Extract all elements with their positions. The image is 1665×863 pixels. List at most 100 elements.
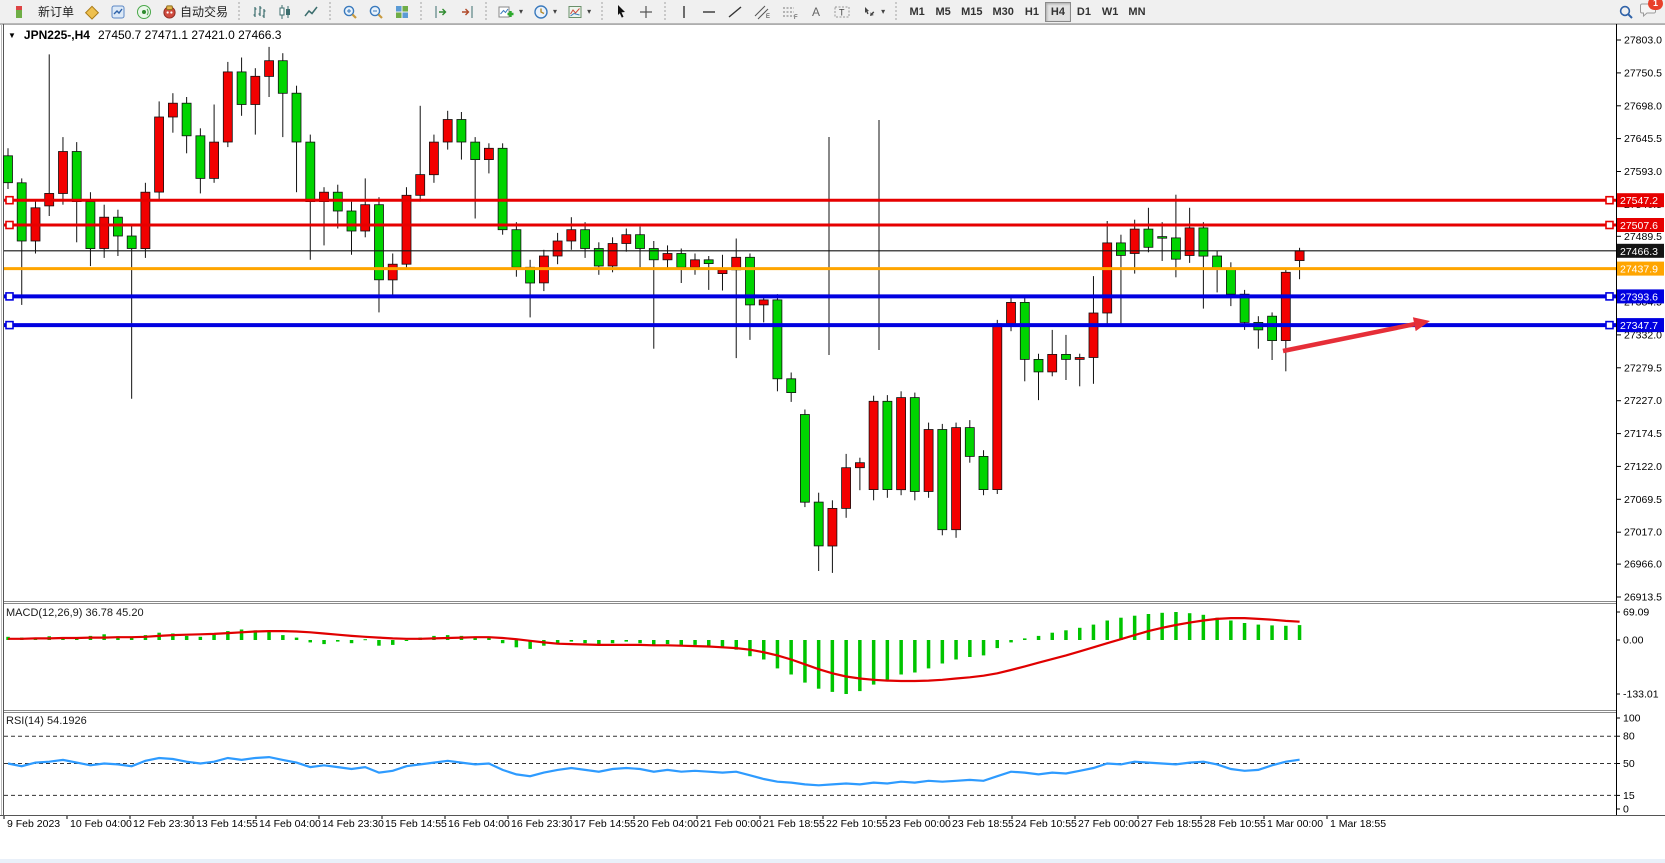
arrows-tool-button[interactable]: ▾ [857,2,889,22]
svg-text:27122.0: 27122.0 [1624,461,1662,473]
toolbar-separator [662,2,669,22]
tf-button-W1[interactable]: W1 [1097,2,1124,22]
time-axis: 9 Feb 202310 Feb 04:0012 Feb 23:3013 Feb… [4,816,1386,830]
indicators-button[interactable]: ▾ [494,2,527,22]
horizontal-line-button[interactable] [697,2,721,22]
arrows-icon [861,4,877,20]
tf-button-M1[interactable]: M1 [904,2,930,22]
tf-button-H4[interactable]: H4 [1045,2,1071,22]
svg-text:20 Feb 04:00: 20 Feb 04:00 [637,818,699,830]
market-watch-button[interactable] [106,2,130,22]
chart-title: ▼ JPN225-,H4 27450.7 27471.1 27421.0 274… [8,28,281,42]
line-chart-button[interactable] [299,2,323,22]
svg-text:27489.5: 27489.5 [1624,231,1662,243]
bar-chart-icon [251,4,267,20]
tf-button-M15[interactable]: M15 [956,2,987,22]
fibonacci-button[interactable]: F [777,2,803,22]
auto-scroll-button[interactable] [455,2,479,22]
line-chart-icon [303,4,319,20]
toolbar-separator [327,2,334,22]
cursor-arrow-icon [614,4,628,19]
signals-button[interactable] [132,2,156,22]
macd-histogram [6,612,1301,694]
bar-chart-button[interactable] [247,2,271,22]
price-badges: 27547.227507.627466.327437.927393.627347… [1617,193,1664,332]
svg-text:27803.0: 27803.0 [1624,35,1662,47]
window-edge-icon [12,5,22,19]
svg-text:26913.5: 26913.5 [1624,592,1662,604]
svg-text:16 Feb 23:30: 16 Feb 23:30 [511,818,573,830]
add-indicator-icon [498,4,515,20]
text-label-button[interactable]: T [829,2,855,22]
tile-windows-button[interactable] [390,2,414,22]
template-icon [567,4,583,20]
quotes-button[interactable] [80,2,104,22]
chart-canvas[interactable]: 27803.027750.527698.027645.527593.027540… [0,24,1665,839]
channel-icon: E [753,4,771,20]
svg-text:T: T [839,7,845,17]
svg-text:0.00: 0.00 [1623,635,1644,647]
trendline-button[interactable] [723,2,747,22]
svg-text:27437.9: 27437.9 [1620,264,1658,276]
svg-text:15: 15 [1623,790,1635,802]
periods-button[interactable]: ▾ [529,2,561,22]
svg-text:F: F [794,15,798,20]
crosshair-button[interactable] [634,2,658,22]
text-button[interactable]: A [805,2,827,22]
market-window-icon [110,4,126,20]
svg-text:16 Feb 04:00: 16 Feb 04:00 [448,818,510,830]
zoom-in-button[interactable] [338,2,362,22]
tf-button-MN[interactable]: MN [1123,2,1150,22]
svg-text:23 Feb 18:55: 23 Feb 18:55 [952,818,1014,830]
svg-text:22 Feb 10:55: 22 Feb 10:55 [826,818,888,830]
toolbar-separator [418,2,425,22]
toolbar-separator [599,2,606,22]
macd-indicator-label: MACD(12,26,9) 36.78 45.20 [6,607,144,619]
auto-trading-icon [162,4,177,19]
tf-button-M30[interactable]: M30 [988,2,1019,22]
tf-button-D1[interactable]: D1 [1071,2,1097,22]
auto-trading-button[interactable]: 自动交易 [158,2,232,22]
zoom-out-button[interactable] [364,2,388,22]
shift-end-icon [433,4,449,20]
equidistant-channel-button[interactable]: E [749,2,775,22]
svg-text:1 Mar 00:00: 1 Mar 00:00 [1267,818,1323,830]
search-icon [1618,4,1634,20]
dropdown-caret-icon: ▾ [587,7,591,16]
main-toolbar: 新订单 自动交易 [0,0,1665,24]
shift-chart-button[interactable] [429,2,453,22]
vertical-line-button[interactable] [673,2,695,22]
app-icon[interactable] [2,1,32,23]
search-button[interactable] [1614,2,1638,22]
svg-text:27 Feb 00:00: 27 Feb 00:00 [1078,818,1140,830]
rsi-line [8,757,1300,785]
svg-text:10 Feb 04:00: 10 Feb 04:00 [70,818,132,830]
svg-text:1 Mar 18:55: 1 Mar 18:55 [1330,818,1386,830]
gold-diamond-icon [84,4,100,20]
trendline-icon [727,4,743,20]
signal-icon [136,4,152,20]
chat-button[interactable]: 1 [1640,1,1657,22]
templates-button[interactable]: ▾ [563,2,595,22]
svg-text:27279.5: 27279.5 [1624,362,1662,374]
tf-button-H1[interactable]: H1 [1019,2,1045,22]
dropdown-caret-icon: ▾ [881,7,885,16]
toolbar-separator [893,2,900,22]
zoom-in-icon [342,4,358,20]
svg-text:17 Feb 14:55: 17 Feb 14:55 [574,818,636,830]
svg-text:27069.5: 27069.5 [1624,494,1662,506]
svg-text:13 Feb 14:55: 13 Feb 14:55 [196,818,258,830]
svg-text:0: 0 [1623,804,1629,816]
auto-scroll-icon [459,4,475,20]
new-order-label: 新订单 [38,3,74,20]
chart-window[interactable]: ▼ JPN225-,H4 27450.7 27471.1 27421.0 274… [0,24,1665,839]
new-order-button[interactable]: 新订单 [34,2,78,22]
svg-text:50: 50 [1623,758,1635,770]
tf-button-M5[interactable]: M5 [930,2,956,22]
svg-text:A: A [812,5,820,19]
window-bottom-strip [0,859,1665,863]
rsi-levels [4,736,1616,795]
candle-chart-button[interactable] [273,2,297,22]
candles [4,47,1305,573]
cursor-button[interactable] [610,2,632,22]
